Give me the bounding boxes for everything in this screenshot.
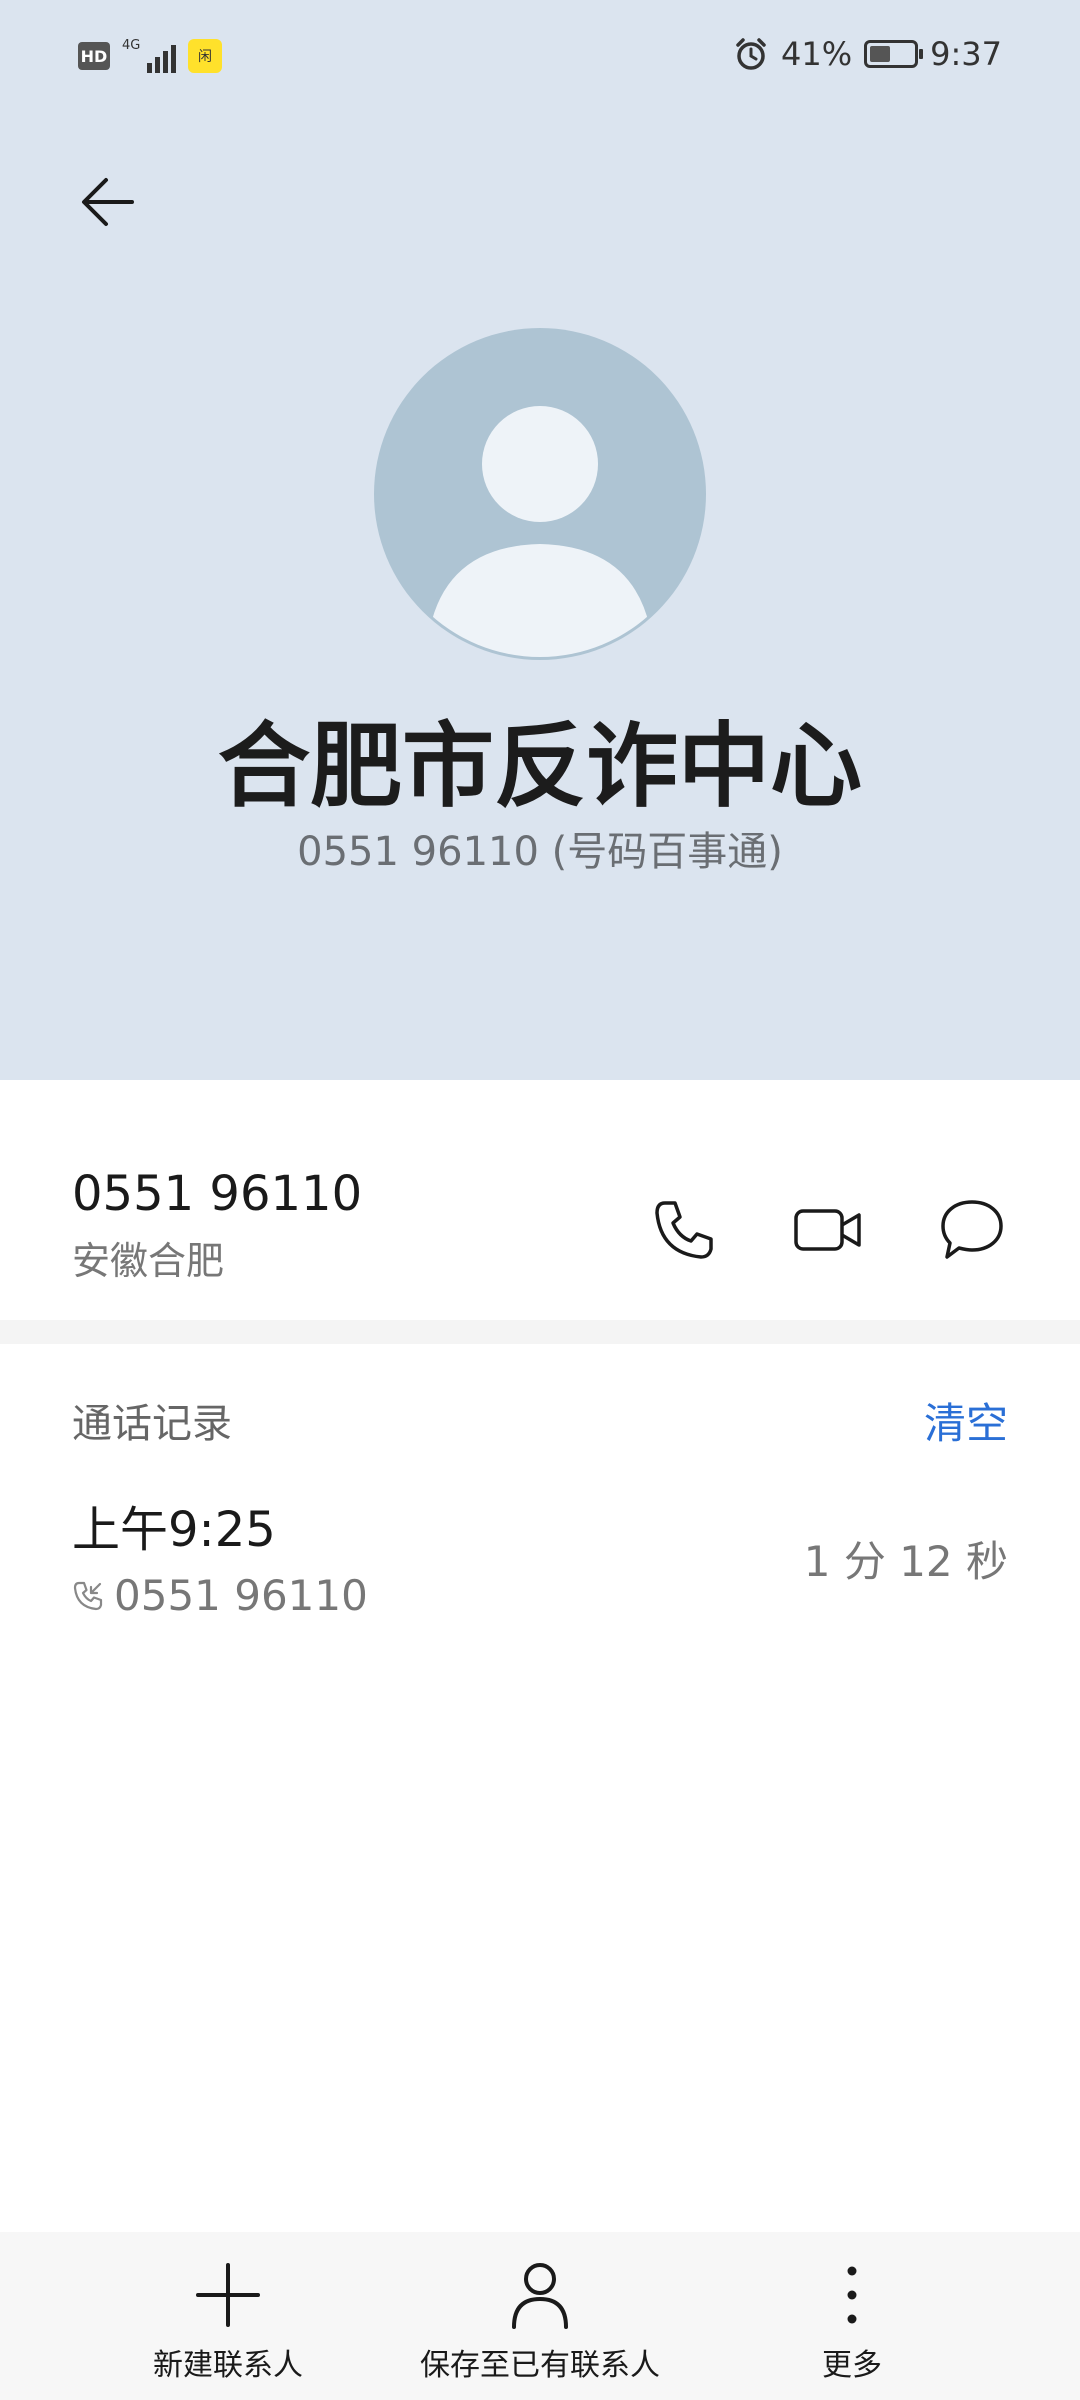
contact-header: HD 4G 闲 41% 9:37 合肥市反诈中心 0551 96110 (号码百…: [0, 0, 1080, 1080]
person-avatar-icon: [374, 328, 706, 660]
contact-number-source: 0551 96110 (号码百事通): [297, 829, 783, 875]
number-row[interactable]: 0551 96110 安徽合肥: [0, 1080, 1080, 1320]
message-icon: [941, 1200, 1003, 1259]
incoming-call-icon: [73, 1581, 103, 1611]
status-time: 9:37: [930, 35, 1002, 73]
message-button[interactable]: [930, 1188, 1014, 1272]
status-bar-right: 41% 9:37: [733, 30, 1002, 78]
number-location: 安徽合肥: [72, 1239, 225, 1283]
call-duration: 1 分 12 秒: [803, 1537, 1008, 1586]
new-contact-label: 新建联系人: [153, 2348, 303, 2383]
call-time: 上午9:25: [72, 1502, 276, 1558]
video-call-button[interactable]: [786, 1188, 870, 1272]
save-to-existing-contact-label: 保存至已有联系人: [420, 2348, 660, 2383]
signal-icon: 4G: [122, 39, 176, 73]
more-button[interactable]: 更多: [812, 2260, 892, 2390]
call-button[interactable]: [642, 1188, 726, 1272]
contact-name: 合肥市反诈中心: [217, 713, 862, 820]
section-divider: [0, 1320, 1080, 1344]
alarm-icon: [736, 38, 766, 70]
video-call-icon: [794, 1209, 861, 1251]
phone-number[interactable]: 0551 96110: [72, 1164, 362, 1224]
call-number: 0551 96110: [114, 1571, 368, 1620]
bottom-action-bar: 新建联系人 保存至已有联系人 更多: [0, 2232, 1080, 2400]
back-arrow-icon: [82, 178, 134, 226]
more-vertical-icon: [847, 2266, 857, 2324]
network-type-label: 4G: [122, 38, 141, 53]
battery-percent: 41%: [781, 35, 853, 73]
battery-icon: [864, 40, 924, 68]
call-log-title: 通话记录: [72, 1401, 232, 1447]
plus-icon: [196, 2263, 260, 2327]
call-log-header: 通话记录 清空: [0, 1380, 1080, 1470]
battery-fill: [870, 46, 890, 62]
call-log-entry[interactable]: 上午9:25 0551 96110 1 分 12 秒: [0, 1490, 1080, 1640]
more-label: 更多: [822, 2348, 882, 2383]
status-bar: HD 4G 闲 41% 9:37: [0, 0, 1080, 110]
call-number-row: 0551 96110: [72, 1568, 368, 1624]
status-bar-left: HD 4G 闲: [78, 36, 222, 76]
clear-call-log-button[interactable]: 清空: [924, 1396, 1008, 1452]
phone-icon: [655, 1201, 713, 1259]
signal-bars: [147, 45, 176, 73]
save-to-existing-contact-button[interactable]: 保存至已有联系人: [420, 2260, 660, 2390]
new-contact-button[interactable]: 新建联系人: [150, 2260, 306, 2390]
back-button[interactable]: [70, 164, 146, 240]
app-notification-icon: 闲: [188, 39, 222, 73]
hd-icon: HD: [78, 42, 110, 70]
person-icon: [512, 2263, 568, 2329]
